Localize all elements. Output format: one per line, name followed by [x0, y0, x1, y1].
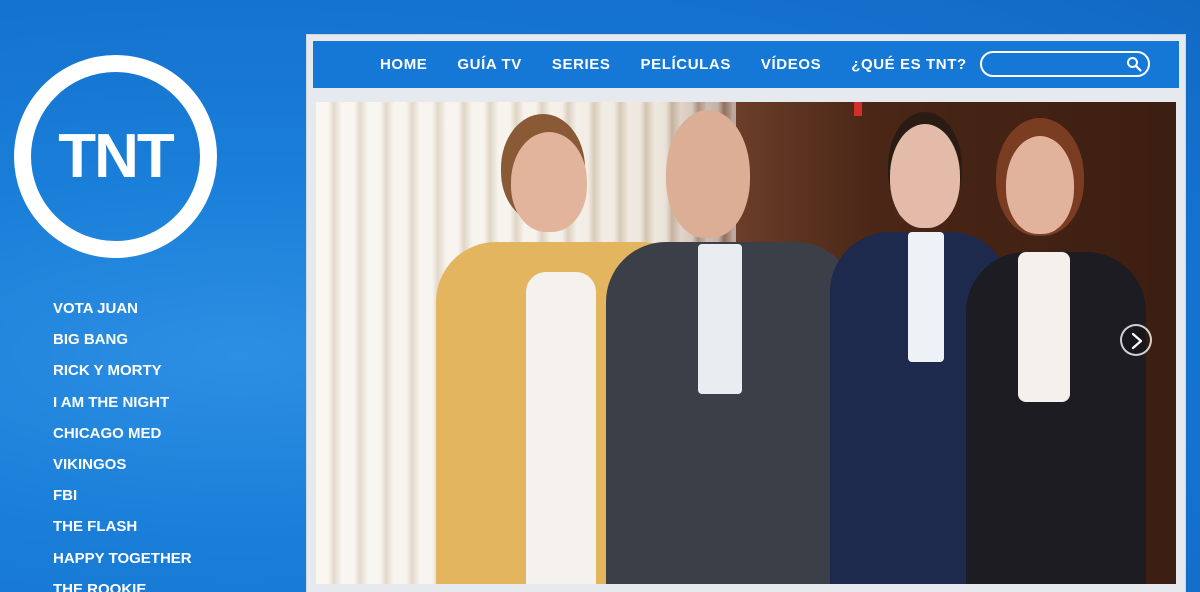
nav-series[interactable]: SERIES	[552, 56, 611, 73]
sidebar-nav: VOTA JUAN BIG BANG RICK Y MORTY I AM THE…	[53, 298, 293, 592]
top-nav-items: HOME GUÍA TV SERIES PELÍCULAS VÍDEOS ¿QU…	[380, 56, 997, 73]
nav-guia-tv[interactable]: GUÍA TV	[457, 56, 521, 73]
nav-peliculas[interactable]: PELÍCULAS	[641, 56, 731, 73]
main-frame: HOME GUÍA TV SERIES PELÍCULAS VÍDEOS ¿QU…	[306, 34, 1186, 592]
sidebar-item-chicago-med[interactable]: CHICAGO MED	[53, 423, 293, 454]
hero-person-3-head	[890, 124, 960, 228]
sidebar-item-i-am-the-night[interactable]: I AM THE NIGHT	[53, 392, 293, 423]
search-icon[interactable]	[1126, 56, 1142, 72]
sidebar-item-the-rookie[interactable]: THE ROOKIE	[53, 579, 293, 592]
sidebar-item-vikingos[interactable]: VIKINGOS	[53, 454, 293, 485]
search-input[interactable]	[990, 55, 1120, 73]
hero-person-3-shirt	[908, 232, 944, 362]
nav-videos[interactable]: VÍDEOS	[761, 56, 821, 73]
chevron-right-icon	[1131, 332, 1143, 350]
hero-person-4-head	[1006, 136, 1074, 234]
hero-next-button[interactable]	[1120, 324, 1152, 356]
hero-person-4-blouse	[1018, 252, 1070, 402]
tnt-logo[interactable]: TNT	[14, 55, 217, 258]
sidebar-item-rick-y-morty[interactable]: RICK Y MORTY	[53, 360, 293, 391]
logo-text: TNT	[58, 122, 175, 191]
hero-person-2-head	[666, 110, 750, 238]
sidebar-item-vota-juan[interactable]: VOTA JUAN	[53, 298, 293, 329]
hero-person-2-shirt	[698, 244, 742, 394]
sidebar-item-big-bang[interactable]: BIG BANG	[53, 329, 293, 360]
sidebar-item-fbi[interactable]: FBI	[53, 485, 293, 516]
sidebar-item-happy-together[interactable]: HAPPY TOGETHER	[53, 548, 293, 579]
search-box	[980, 51, 1150, 77]
logo-ring: TNT	[14, 55, 217, 258]
top-navigation: HOME GUÍA TV SERIES PELÍCULAS VÍDEOS ¿QU…	[313, 41, 1179, 88]
hero-person-1-blouse	[526, 272, 596, 584]
hero-person-1-head	[511, 132, 587, 232]
sidebar-item-the-flash[interactable]: THE FLASH	[53, 516, 293, 547]
hero-image[interactable]	[316, 102, 1176, 584]
nav-que-es-tnt[interactable]: ¿QUÉ ES TNT?	[851, 56, 967, 73]
nav-home[interactable]: HOME	[380, 56, 427, 73]
